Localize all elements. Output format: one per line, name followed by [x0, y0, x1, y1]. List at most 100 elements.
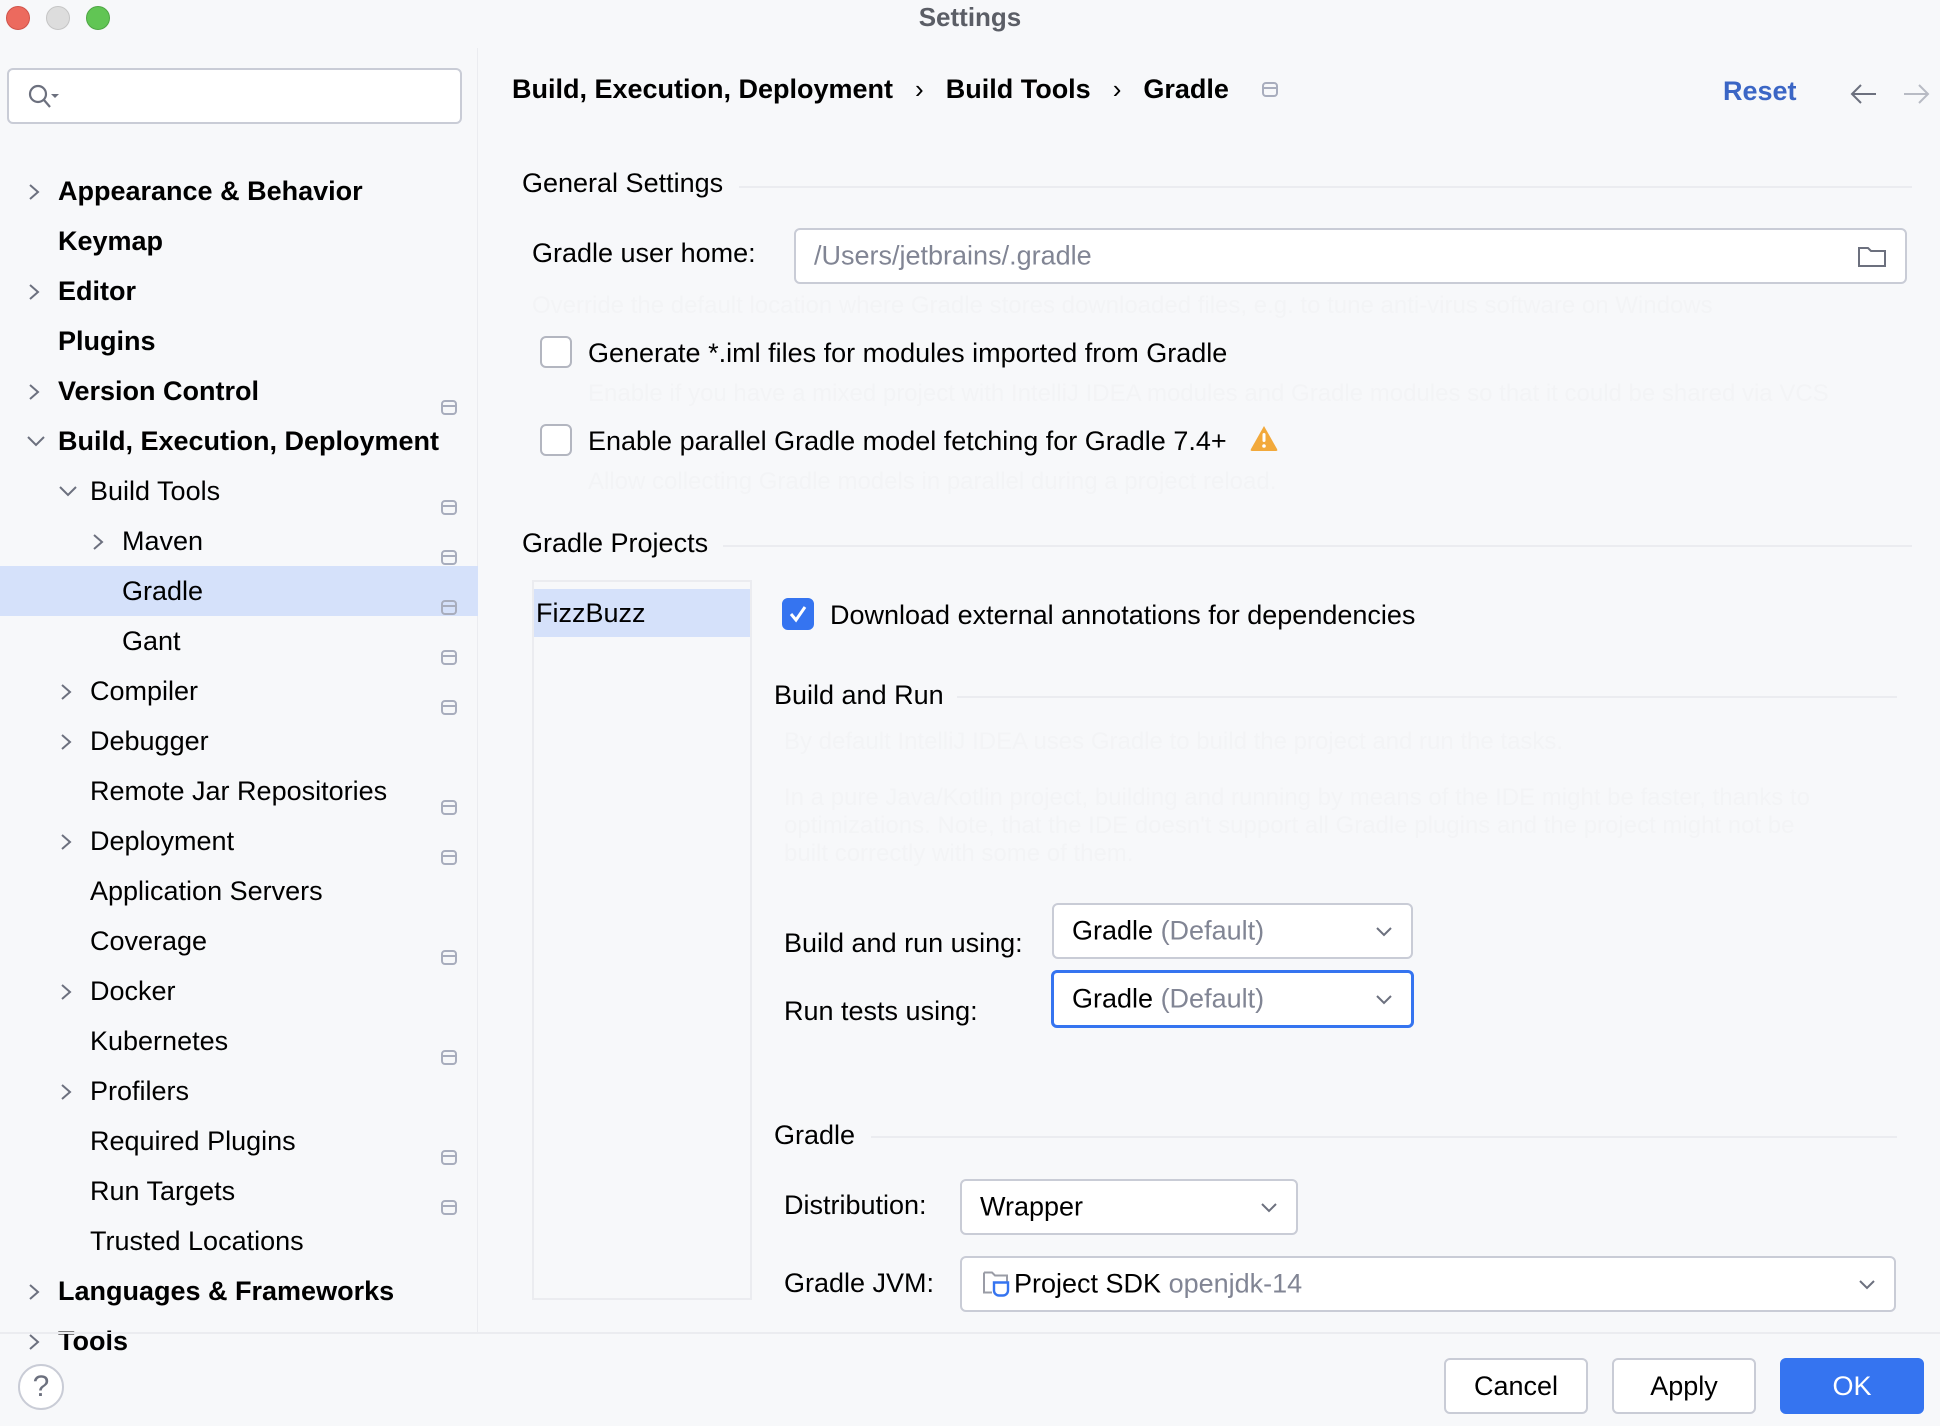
search-input[interactable]	[7, 68, 462, 124]
ok-button[interactable]: OK	[1780, 1358, 1924, 1414]
project-list-item[interactable]: FizzBuzz	[534, 589, 750, 637]
sidebar-item[interactable]: Application Servers	[0, 866, 478, 916]
sidebar-item[interactable]: Build, Execution, Deployment	[0, 416, 478, 466]
sidebar-item-label: Docker	[90, 976, 176, 1006]
build-and-run-using-label: Build and run using:	[784, 928, 1023, 958]
sidebar-item-label: Application Servers	[90, 876, 323, 906]
project-level-icon	[1261, 81, 1278, 97]
sidebar-item[interactable]: Compiler	[0, 666, 478, 716]
back-arrow-icon[interactable]	[1849, 82, 1879, 106]
warning-icon	[1250, 426, 1278, 451]
download-annotations-label[interactable]: Download external annotations for depend…	[830, 600, 1415, 631]
sidebar-item[interactable]: Languages & Frameworks	[0, 1266, 478, 1316]
breadcrumb: Build, Execution, Deployment › Build Too…	[512, 74, 1279, 105]
sidebar-item[interactable]: Editor	[0, 266, 478, 316]
dropdown-value-suffix: openjdk-14	[1168, 1268, 1303, 1299]
chevron-right-icon[interactable]	[88, 516, 112, 566]
dialog-footer: ? Cancel Apply OK	[0, 1332, 1940, 1426]
reset-link[interactable]: Reset	[1723, 76, 1797, 107]
gradle-jvm-label: Gradle JVM:	[784, 1268, 935, 1298]
breadcrumb-item-current: Gradle	[1143, 74, 1229, 104]
sidebar-item[interactable]: Run Targets	[0, 1166, 478, 1216]
gradle-user-home-label: Gradle user home:	[532, 238, 756, 268]
cancel-button[interactable]: Cancel	[1444, 1358, 1588, 1414]
sdk-folder-icon	[983, 1271, 1010, 1297]
help-button[interactable]: ?	[18, 1364, 64, 1410]
gradle-projects-list: FizzBuzz	[532, 580, 752, 1300]
sidebar-item[interactable]: Maven	[0, 516, 478, 566]
parallel-fetching-hint: Allow collecting Gradle models in parall…	[588, 468, 1277, 495]
sidebar-item-label: Debugger	[90, 726, 209, 756]
sidebar-item-label: Coverage	[90, 926, 208, 956]
build-and-run-details-hint: In a pure Java/Kotlin project, building …	[784, 784, 1810, 867]
sidebar-item[interactable]: Docker	[0, 966, 478, 1016]
sidebar-item[interactable]: Deployment	[0, 816, 478, 866]
breadcrumb-separator: ›	[915, 74, 924, 104]
download-annotations-checkbox[interactable]	[782, 598, 814, 630]
settings-sidebar: Appearance & Behavior Keymap Editor Plugins…	[0, 48, 478, 1356]
sidebar-item-label: Gant	[122, 626, 181, 656]
chevron-right-icon[interactable]	[56, 966, 80, 1016]
generate-iml-checkbox[interactable]	[540, 336, 572, 368]
sidebar-item[interactable]: Trusted Locations	[0, 1216, 478, 1266]
general-settings-heading: General Settings	[522, 168, 724, 198]
sidebar-item[interactable]: Required Plugins	[0, 1116, 478, 1166]
sidebar-item-label: Editor	[58, 276, 136, 306]
gradle-user-home-field[interactable]: /Users/jetbrains/.gradle	[794, 228, 1907, 284]
sidebar-item-label: Remote Jar Repositories	[90, 776, 388, 806]
sidebar-item-label: Build, Execution, Deployment	[58, 426, 440, 456]
sidebar-item[interactable]: Keymap	[0, 216, 478, 266]
chevron-down-icon	[1376, 995, 1392, 1005]
chevron-right-icon[interactable]	[56, 816, 80, 866]
dropdown-value: Gradle	[1072, 915, 1154, 946]
sidebar-item[interactable]: Plugins	[0, 316, 478, 366]
gradle-jvm-dropdown[interactable]: Project SDK openjdk-14	[960, 1256, 1896, 1312]
sidebar-item-label: Version Control	[58, 376, 260, 406]
chevron-right-icon[interactable]	[56, 716, 80, 766]
build-and-run-using-dropdown[interactable]: Gradle (Default)	[1052, 903, 1413, 959]
distribution-dropdown[interactable]: Wrapper	[960, 1179, 1298, 1235]
generate-iml-label[interactable]: Generate *.iml files for modules importe…	[588, 338, 1227, 369]
sidebar-item-label: Keymap	[58, 226, 164, 256]
dropdown-value: Wrapper	[980, 1191, 1084, 1222]
sidebar-item-label: Plugins	[58, 326, 156, 356]
checkmark-icon	[789, 606, 807, 623]
dropdown-value: Gradle	[1072, 983, 1154, 1014]
sidebar-item[interactable]: Build Tools	[0, 466, 478, 516]
sidebar-item-label: Required Plugins	[90, 1126, 296, 1156]
sidebar-item[interactable]: Version Control	[0, 366, 478, 416]
sidebar-item-label: Deployment	[90, 826, 235, 856]
sidebar-item[interactable]: Coverage	[0, 916, 478, 966]
chevron-down-icon[interactable]	[24, 416, 48, 466]
sidebar-item[interactable]: Profilers	[0, 1066, 478, 1116]
breadcrumb-item[interactable]: Build, Execution, Deployment	[512, 74, 893, 105]
chevron-right-icon[interactable]	[24, 166, 48, 216]
breadcrumb-item[interactable]: Build Tools	[946, 74, 1091, 105]
parallel-fetching-label[interactable]: Enable parallel Gradle model fetching fo…	[588, 426, 1227, 457]
chevron-right-icon[interactable]	[24, 366, 48, 416]
chevron-right-icon[interactable]	[24, 1266, 48, 1316]
sidebar-item[interactable]: Kubernetes	[0, 1016, 478, 1066]
apply-button[interactable]: Apply	[1612, 1358, 1756, 1414]
chevron-right-icon[interactable]	[56, 666, 80, 716]
parallel-fetching-checkbox[interactable]	[540, 424, 572, 456]
run-tests-using-label: Run tests using:	[784, 996, 978, 1026]
forward-arrow-icon[interactable]	[1901, 82, 1931, 106]
sidebar-item-label: Appearance & Behavior	[58, 176, 363, 206]
gradle-projects-heading: Gradle Projects	[522, 528, 709, 558]
section-divider	[723, 545, 1912, 547]
sidebar-item[interactable]: Remote Jar Repositories	[0, 766, 478, 816]
chevron-right-icon[interactable]	[56, 1066, 80, 1116]
folder-icon[interactable]	[1857, 244, 1887, 268]
breadcrumb-separator: ›	[1112, 74, 1122, 104]
chevron-right-icon[interactable]	[24, 266, 48, 316]
sidebar-item[interactable]: Gant	[0, 616, 478, 666]
section-divider	[739, 186, 1912, 188]
sidebar-item[interactable]: Gradle	[0, 566, 478, 616]
search-icon	[28, 84, 59, 108]
chevron-down-icon[interactable]	[56, 466, 80, 516]
sidebar-item-label: Run Targets	[90, 1176, 236, 1206]
run-tests-using-dropdown[interactable]: Gradle (Default)	[1051, 970, 1414, 1028]
sidebar-item[interactable]: Appearance & Behavior	[0, 166, 478, 216]
sidebar-item[interactable]: Debugger	[0, 716, 478, 766]
